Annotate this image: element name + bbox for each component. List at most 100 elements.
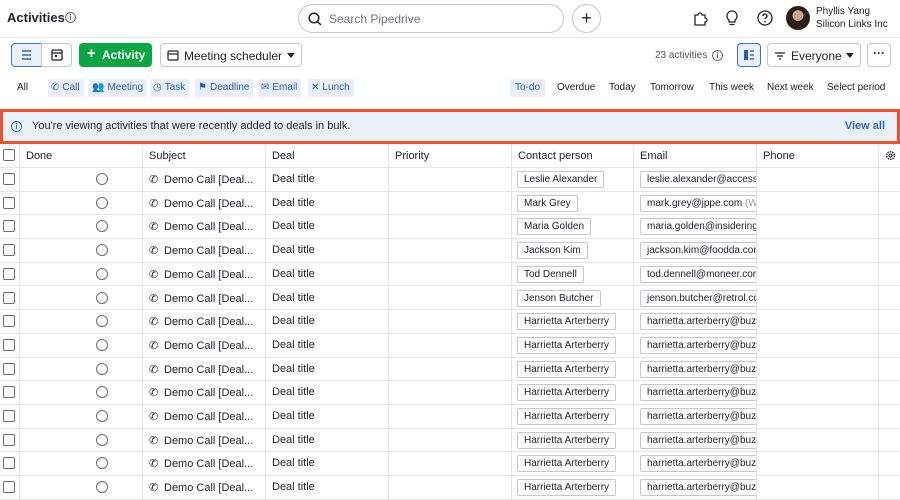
table-row[interactable]: ✆ Demo Call [Deal... Deal title Harrietta A… — [0, 310, 900, 334]
priority-cell[interactable] — [389, 333, 512, 357]
mark-done-toggle[interactable] — [96, 220, 108, 233]
subject-text[interactable]: Demo Call [Deal... — [164, 482, 253, 494]
row-checkbox[interactable] — [3, 338, 15, 351]
email-chip[interactable]: jenson.butcher@retrol.cc — [640, 289, 756, 307]
priority-cell[interactable] — [389, 476, 512, 499]
deal-text[interactable]: Deal title — [272, 481, 315, 493]
list-view-button[interactable] — [11, 43, 42, 67]
contact-chip[interactable]: Harrietta Arterberry — [517, 408, 617, 425]
phone-cell[interactable] — [757, 357, 879, 381]
info-icon[interactable]: i — [712, 50, 723, 61]
range-next-week[interactable]: Next week — [762, 79, 819, 97]
email-chip[interactable]: jackson.kim@foodda.con — [640, 242, 756, 260]
contact-chip[interactable]: Harrietta Arterberry — [517, 360, 617, 378]
priority-cell[interactable] — [389, 405, 512, 428]
column-settings-cell[interactable] — [879, 144, 900, 167]
subject-cell[interactable]: ✆ Demo Call [Deal... — [143, 168, 266, 191]
subject-cell[interactable]: ✆ Demo Call [Deal... — [143, 239, 266, 262]
table-row[interactable]: ✆ Demo Call [Deal... Deal title Harrietta A… — [0, 476, 900, 500]
row-checkbox[interactable] — [3, 386, 15, 399]
mark-done-toggle[interactable] — [96, 291, 108, 304]
mark-done-toggle[interactable] — [96, 386, 108, 399]
row-checkbox[interactable] — [3, 362, 15, 375]
deal-text[interactable]: Deal title — [272, 220, 315, 232]
table-row[interactable]: ✆ Demo Call [Deal... Deal title Maria Golde… — [0, 215, 900, 240]
priority-cell[interactable] — [389, 452, 512, 476]
deal-text[interactable]: Deal title — [272, 339, 315, 351]
table-row[interactable]: ✆ Demo Call [Deal... Deal title Harrietta A… — [0, 428, 900, 453]
contact-chip[interactable]: Harrietta Arterberry — [517, 313, 617, 331]
row-checkbox[interactable] — [3, 220, 15, 233]
contact-chip[interactable]: Harrietta Arterberry — [517, 384, 617, 402]
column-header-deal[interactable]: Deal — [266, 144, 389, 167]
email-chip[interactable]: mark.grey@jppe.com (W — [640, 194, 756, 212]
phone-cell[interactable] — [757, 452, 879, 476]
priority-cell[interactable] — [389, 357, 512, 381]
column-header-done[interactable]: Done — [20, 144, 143, 167]
table-row[interactable]: ✆ Demo Call [Deal... Deal title Harrietta A… — [0, 381, 900, 405]
calendar-view-button[interactable] — [41, 43, 72, 67]
subject-text[interactable]: Demo Call [Deal... — [164, 269, 253, 281]
view-all-link[interactable]: View all — [845, 120, 885, 132]
mark-done-toggle[interactable] — [96, 457, 108, 470]
email-chip[interactable]: harrietta.arterberry@buz — [640, 455, 756, 473]
email-chip[interactable]: harrietta.arterberry@buz — [640, 479, 756, 497]
row-checkbox[interactable] — [3, 457, 15, 470]
email-chip[interactable]: tod.dennell@moneer.com — [640, 265, 756, 283]
contact-chip[interactable]: Tod Dennell — [517, 265, 584, 283]
column-header-priority[interactable]: Priority — [389, 144, 512, 167]
deal-cell[interactable]: Deal title — [266, 333, 389, 357]
deal-cell[interactable]: Deal title — [266, 476, 389, 499]
mark-done-toggle[interactable] — [96, 362, 108, 375]
contact-chip[interactable]: Harrietta Arterberry — [517, 455, 617, 473]
range-this-week[interactable]: This week — [704, 79, 759, 97]
subject-cell[interactable]: ✆ Demo Call [Deal... — [143, 428, 266, 452]
range-to-do[interactable]: To-do — [510, 79, 546, 97]
row-checkbox[interactable] — [3, 481, 15, 494]
subject-text[interactable]: Demo Call [Deal... — [164, 387, 253, 399]
email-chip[interactable]: harrietta.arterberry@buz — [640, 384, 756, 402]
deal-cell[interactable]: Deal title — [266, 286, 389, 310]
priority-cell[interactable] — [389, 215, 512, 239]
deal-cell[interactable]: Deal title — [266, 168, 389, 191]
row-checkbox[interactable] — [3, 267, 15, 280]
row-checkbox[interactable] — [3, 433, 15, 446]
email-chip[interactable]: harrietta.arterberry@buz — [640, 431, 756, 449]
contact-chip[interactable]: Jenson Butcher — [517, 289, 601, 307]
phone-cell[interactable] — [757, 428, 879, 452]
table-row[interactable]: ✆ Demo Call [Deal... Deal title Mark Grey ma… — [0, 191, 900, 216]
row-checkbox[interactable] — [3, 410, 15, 422]
deal-text[interactable]: Deal title — [272, 363, 315, 375]
phone-cell[interactable] — [757, 405, 879, 428]
subject-cell[interactable]: ✆ Demo Call [Deal... — [143, 215, 266, 239]
deal-text[interactable]: Deal title — [272, 197, 315, 209]
mark-done-toggle[interactable] — [96, 315, 108, 328]
subject-cell[interactable]: ✆ Demo Call [Deal... — [143, 476, 266, 499]
table-row[interactable]: ✆ Demo Call [Deal... Deal title Jackson Kim… — [0, 239, 900, 263]
column-header-email[interactable]: Email — [634, 144, 757, 167]
mark-done-toggle[interactable] — [96, 244, 108, 257]
owner-filter-dropdown[interactable]: Everyone — [767, 43, 861, 67]
subject-cell[interactable]: ✆ Demo Call [Deal... — [143, 357, 266, 381]
table-row[interactable]: ✆ Demo Call [Deal... Deal title Harrietta A… — [0, 357, 900, 382]
search-input[interactable] — [329, 11, 557, 27]
row-checkbox[interactable] — [3, 244, 15, 257]
table-row[interactable]: ✆ Demo Call [Deal... Deal title Harrietta A… — [0, 405, 900, 429]
phone-cell[interactable] — [757, 381, 879, 404]
table-row[interactable]: ✆ Demo Call [Deal... Deal title Jenson Butc… — [0, 286, 900, 311]
priority-cell[interactable] — [389, 191, 512, 215]
subject-cell[interactable]: ✆ Demo Call [Deal... — [143, 452, 266, 476]
subject-text[interactable]: Demo Call [Deal... — [164, 435, 253, 447]
deal-text[interactable]: Deal title — [272, 410, 315, 422]
subject-cell[interactable]: ✆ Demo Call [Deal... — [143, 310, 266, 333]
puzzle-icon[interactable] — [692, 9, 710, 27]
mark-done-toggle[interactable] — [96, 338, 108, 351]
quick-add-button[interactable]: + — [572, 4, 601, 33]
filter-type-deadline[interactable]: ⚑ Deadline — [195, 79, 254, 97]
table-row[interactable]: ✆ Demo Call [Deal... Deal title Tod Dennell… — [0, 262, 900, 287]
priority-cell[interactable] — [389, 262, 512, 286]
subject-text[interactable]: Demo Call [Deal... — [164, 293, 253, 305]
subject-cell[interactable]: ✆ Demo Call [Deal... — [143, 191, 266, 215]
filter-type-task[interactable]: ◷ Task — [150, 79, 190, 97]
column-header-contact[interactable]: Contact person — [512, 144, 634, 167]
